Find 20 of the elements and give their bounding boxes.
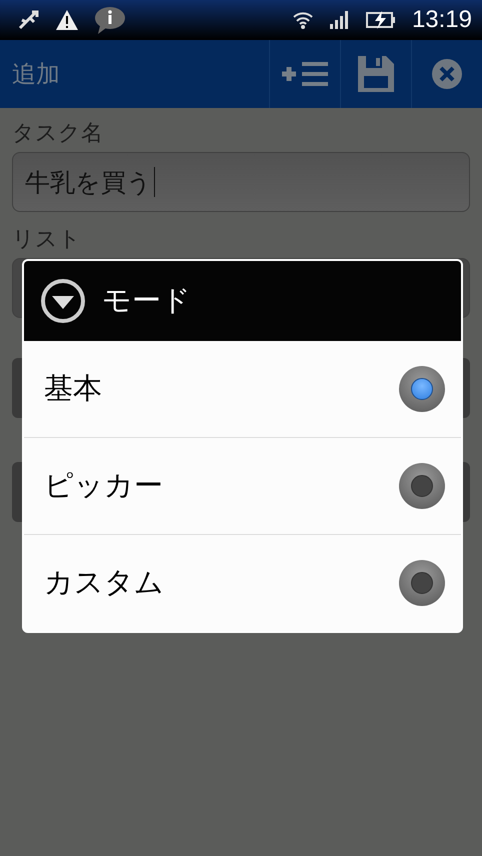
option-label: 基本 bbox=[44, 370, 102, 407]
battery-charging-icon bbox=[366, 11, 396, 29]
clock-time: 13:19 bbox=[412, 6, 472, 34]
signal-icon bbox=[330, 11, 350, 29]
radio-button[interactable] bbox=[399, 463, 445, 509]
field-label: タスク名 bbox=[12, 120, 104, 148]
dialog-title: モード bbox=[102, 282, 191, 319]
screen-title: 追加 bbox=[11, 59, 61, 90]
caret-down-icon bbox=[40, 278, 86, 324]
radio-button[interactable] bbox=[399, 560, 445, 606]
plus-list-icon bbox=[281, 60, 329, 88]
warning-icon bbox=[56, 10, 78, 30]
usb-icon bbox=[16, 8, 40, 32]
info-bubble-icon bbox=[94, 6, 126, 34]
close-icon bbox=[432, 59, 462, 89]
option-label: カスタム bbox=[44, 564, 164, 601]
wifi-icon bbox=[292, 10, 314, 30]
radio-button[interactable] bbox=[399, 366, 445, 412]
field-label: リスト bbox=[12, 226, 82, 254]
option-label: ピッカー bbox=[44, 467, 163, 504]
